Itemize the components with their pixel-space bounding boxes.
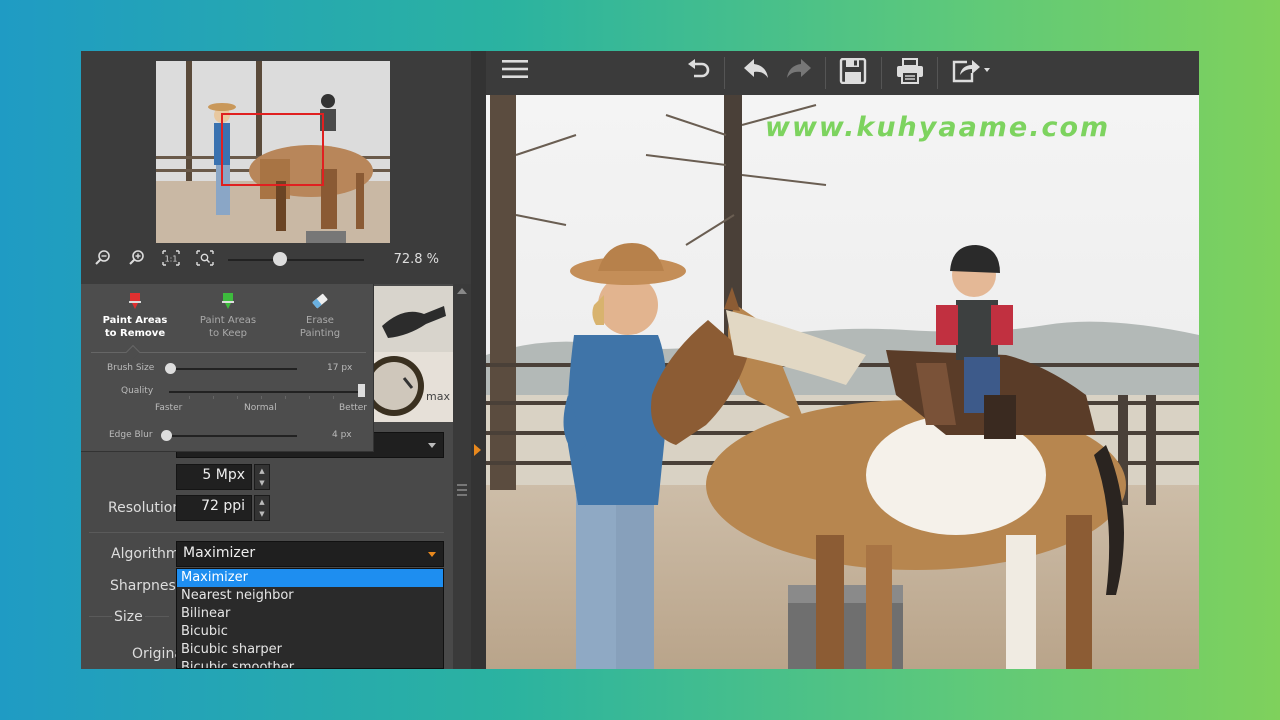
- quality-tick: [213, 396, 214, 399]
- export-icon[interactable]: [951, 58, 995, 88]
- quality-tick: [333, 396, 334, 399]
- svg-text:1:1: 1:1: [165, 255, 178, 264]
- edge-blur-track[interactable]: [163, 435, 297, 437]
- print-icon[interactable]: [895, 58, 925, 88]
- resolution-label: Resolution: [108, 500, 182, 516]
- toolbar-separator: [937, 57, 938, 89]
- size-section-label: Size: [112, 609, 145, 625]
- algorithm-option-bilinear[interactable]: Bilinear: [177, 605, 443, 623]
- quality-tick: [309, 396, 310, 399]
- popup-caret: [125, 344, 141, 360]
- revert-icon[interactable]: [684, 58, 714, 88]
- brush-size-track[interactable]: [169, 368, 297, 370]
- zoom-out-icon[interactable]: [92, 249, 114, 271]
- edge-blur-value: 4 px: [332, 430, 352, 440]
- stepper-up-icon[interactable]: ▲: [255, 496, 269, 508]
- quality-normal-label: Normal: [244, 403, 277, 413]
- divider: [89, 532, 444, 533]
- algorithm-label: Algorithm: [111, 546, 180, 562]
- edge-blur-thumb[interactable]: [161, 430, 172, 441]
- algorithm-dropdown[interactable]: Maximizer: [176, 541, 444, 567]
- algorithm-option-bicubic-sharper[interactable]: Bicubic sharper: [177, 641, 443, 659]
- brush-tools-popup: Paint Areas to Remove Paint Areas to Kee…: [81, 284, 374, 452]
- undo-icon[interactable]: [741, 58, 771, 88]
- left-panel: 1:1 72.8 % max 5 Mpx ▲ ▼ Resolution 72 p…: [81, 51, 471, 669]
- sharpness-label: Sharpness: [110, 578, 184, 594]
- quality-better-label: Better: [339, 403, 368, 413]
- brush-size-label: Brush Size: [107, 363, 155, 373]
- scroll-grip-icon[interactable]: [457, 484, 467, 496]
- main-image-canvas[interactable]: [486, 95, 1199, 669]
- algorithm-option-bicubic[interactable]: Bicubic: [177, 623, 443, 641]
- zoom-in-icon[interactable]: [126, 249, 148, 271]
- algorithm-option-bicubic-smoother[interactable]: Bicubic smoother: [177, 659, 443, 668]
- size-mpx-stepper[interactable]: ▲ ▼: [254, 464, 270, 490]
- algorithm-selected-value: Maximizer: [183, 545, 256, 561]
- collapse-arrow-icon[interactable]: [474, 444, 481, 456]
- redo-icon[interactable]: [784, 58, 814, 88]
- red-marker-icon: [129, 293, 141, 309]
- scroll-up-arrow-icon[interactable]: [457, 288, 467, 294]
- resolution-stepper[interactable]: ▲ ▼: [254, 495, 270, 521]
- quality-track[interactable]: [169, 391, 361, 393]
- quality-label: Quality: [121, 386, 154, 396]
- eraser-icon: [312, 293, 328, 309]
- navigator-thumbnail[interactable]: [156, 61, 390, 243]
- main-toolbar: [486, 51, 1199, 95]
- actual-size-icon[interactable]: 1:1: [160, 249, 182, 271]
- stepper-down-icon[interactable]: ▼: [255, 508, 269, 520]
- navigator-panel: 1:1 72.8 %: [81, 51, 471, 284]
- tool-label-line2: to Keep: [209, 328, 247, 339]
- preset-max-label: max: [426, 390, 450, 403]
- tool-erase-painting[interactable]: Erase Painting: [280, 292, 360, 340]
- stepper-up-icon[interactable]: ▲: [255, 465, 269, 477]
- quality-tick: [261, 396, 262, 399]
- resolution-field[interactable]: 72 ppi: [176, 495, 252, 521]
- preset-thumbnail[interactable]: max: [374, 286, 453, 422]
- settings-scrollbar[interactable]: [453, 284, 471, 669]
- watermark-text: www.kuhyaame.com: [765, 112, 1111, 143]
- zoom-slider-thumb[interactable]: [272, 252, 287, 266]
- zoom-value: 72.8 %: [393, 252, 439, 267]
- algorithm-option-maximizer[interactable]: Maximizer: [177, 569, 443, 587]
- tool-paint-keep[interactable]: Paint Areas to Keep: [188, 292, 268, 340]
- panel-splitter[interactable]: [471, 51, 486, 669]
- quality-tick: [189, 396, 190, 399]
- tool-label-line2: Painting: [299, 328, 341, 339]
- save-icon[interactable]: [838, 57, 868, 88]
- tool-label-line1: Paint Areas: [199, 315, 257, 326]
- chevron-down-icon: [428, 443, 436, 448]
- tool-label-line1: Paint Areas: [102, 315, 168, 326]
- zoom-slider-track[interactable]: [228, 259, 364, 261]
- quality-tick: [285, 396, 286, 399]
- brush-size-thumb[interactable]: [165, 363, 176, 374]
- algorithm-option-nearest-neighbor[interactable]: Nearest neighbor: [177, 587, 443, 605]
- algorithm-options-list[interactable]: Maximizer Nearest neighbor Bilinear Bicu…: [176, 568, 444, 669]
- app-window: 1:1 72.8 % max 5 Mpx ▲ ▼ Resolution 72 p…: [81, 51, 1199, 669]
- chevron-down-icon: [428, 552, 436, 557]
- toolbar-separator: [881, 57, 882, 89]
- tool-paint-remove[interactable]: Paint Areas to Remove: [95, 292, 175, 340]
- brush-size-value: 17 px: [327, 363, 353, 373]
- quality-faster-label: Faster: [155, 403, 183, 413]
- quality-tick: [237, 396, 238, 399]
- toolbar-separator: [724, 57, 725, 89]
- hamburger-icon[interactable]: [500, 58, 530, 88]
- stepper-down-icon[interactable]: ▼: [255, 477, 269, 489]
- tool-label-line2: to Remove: [104, 328, 166, 339]
- tool-label-line1: Erase: [306, 315, 334, 326]
- quality-thumb[interactable]: [358, 384, 365, 397]
- size-mpx-field[interactable]: 5 Mpx: [176, 464, 252, 490]
- green-marker-icon: [222, 293, 234, 309]
- fit-to-window-icon[interactable]: [194, 249, 216, 271]
- navigator-viewport-rect[interactable]: [221, 113, 324, 186]
- toolbar-separator: [825, 57, 826, 89]
- zoom-bar: 1:1 72.8 %: [81, 247, 471, 275]
- edge-blur-label: Edge Blur: [109, 430, 153, 440]
